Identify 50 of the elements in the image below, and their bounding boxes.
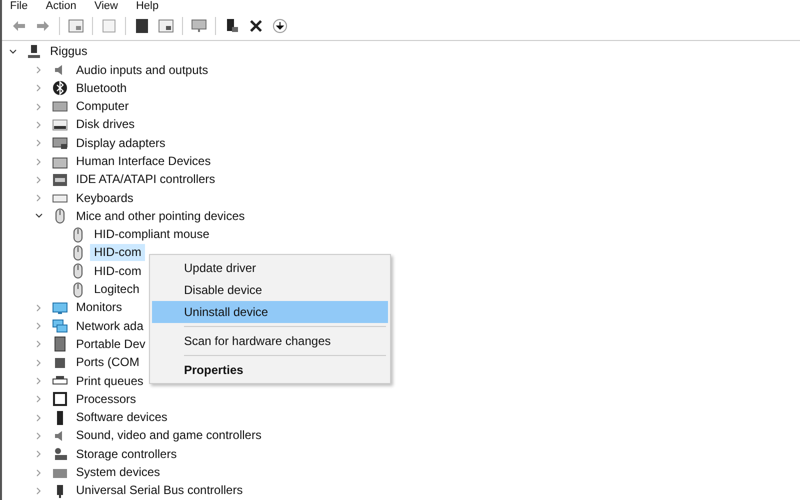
menu-item[interactable]: Update driver — [152, 257, 388, 279]
bluetooth-icon — [52, 80, 68, 96]
menu-item[interactable]: File — [10, 0, 28, 12]
tree-item[interactable]: Monitors — [72, 299, 126, 316]
monitor-icon — [52, 300, 68, 316]
tree-item[interactable]: HID-com — [90, 244, 146, 262]
tree-item[interactable]: Logitech — [90, 281, 144, 298]
tree-item[interactable]: Human Interface Devices — [72, 153, 215, 170]
drive-icon — [52, 116, 68, 133]
window-icon — [101, 18, 117, 34]
menu-item[interactable]: Scan for hardware changes — [152, 330, 388, 352]
tree-item[interactable]: Ports (COM — [72, 354, 144, 372]
network-icon — [52, 318, 68, 334]
device-icon — [52, 336, 68, 352]
menu-item[interactable]: Action — [46, 0, 76, 12]
menu-item[interactable]: View — [94, 0, 118, 12]
tree-item[interactable]: Network ada — [72, 318, 148, 335]
device-icon — [224, 18, 240, 34]
window-icon — [158, 18, 174, 34]
tree-item[interactable]: Bluetooth — [72, 80, 131, 97]
download-icon — [272, 18, 288, 34]
tree-item[interactable]: Display adapters — [72, 134, 170, 152]
tree-item[interactable]: Disk drives — [72, 116, 139, 134]
tree-item[interactable]: Software devices — [72, 409, 172, 426]
tree-item[interactable]: Mice and other pointing devices — [72, 208, 249, 225]
tree-item[interactable]: HID-com — [90, 262, 146, 280]
controller-icon — [52, 172, 68, 188]
tree-item[interactable]: HID-compliant mouse — [90, 226, 214, 244]
tree-item[interactable]: Keyboards — [72, 190, 138, 207]
tree-item[interactable]: Processors — [72, 390, 140, 408]
tree-item[interactable]: Audio inputs and outputs — [72, 62, 212, 79]
tree-item[interactable]: IDE ATA/ATAPI controllers — [72, 171, 220, 188]
menu-item[interactable]: Help — [136, 0, 159, 12]
tree-item[interactable]: Portable Dev — [72, 336, 150, 353]
computer-icon — [26, 44, 42, 60]
tree-item[interactable]: Print queues — [72, 372, 148, 390]
tree-item[interactable]: System devices — [72, 464, 164, 482]
tree-item[interactable]: Sound, video and game controllers — [72, 427, 266, 444]
display-icon — [52, 135, 68, 152]
close-icon — [248, 18, 264, 34]
tree-item[interactable]: Computer — [72, 98, 133, 116]
menu-item[interactable]: Properties — [152, 359, 388, 381]
window-icon — [68, 18, 84, 34]
menu-item[interactable]: Uninstall device — [152, 301, 388, 323]
storage-icon — [52, 446, 68, 462]
tree-item[interactable]: Storage controllers — [72, 446, 181, 463]
monitor-icon — [191, 18, 207, 34]
tree-item[interactable]: Universal Serial Bus controllers — [72, 482, 247, 500]
menu-item[interactable]: Disable device — [152, 279, 388, 301]
tree-item[interactable]: Riggus — [46, 43, 92, 60]
